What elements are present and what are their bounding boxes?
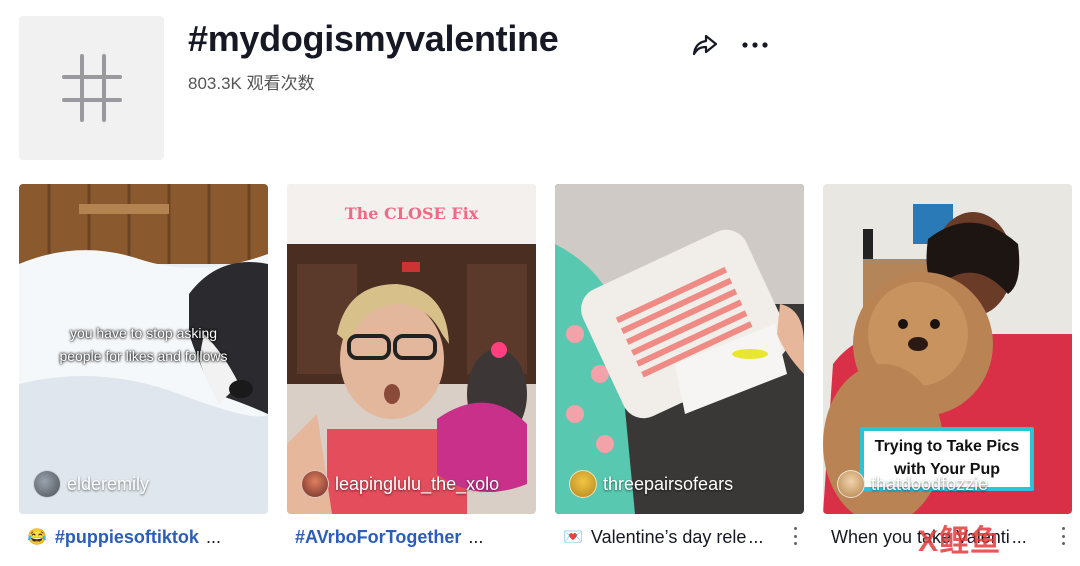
hashtag-icon [61, 54, 122, 122]
caption-ellipsis: ... [200, 526, 221, 547]
hashtag-cover [19, 16, 164, 160]
caption-ellipsis: ... [463, 526, 484, 547]
video-caption[interactable]: #AVrboForTogether ... [295, 524, 535, 550]
avatar [33, 470, 61, 498]
more-vertical-icon[interactable] [788, 527, 802, 545]
overlay-line: Trying to Take Pics [874, 438, 1020, 455]
more-horizontal-icon [742, 42, 768, 48]
video-author[interactable]: threepairsofears [569, 470, 733, 498]
more-vertical-icon[interactable] [1056, 527, 1070, 545]
caption-hashtag-link[interactable]: #AVrboForTogether [295, 527, 461, 548]
overlay-line: The CLOSE Fix [344, 204, 479, 223]
video-grid: you have to stop asking people for likes… [19, 184, 1079, 566]
username: leapinglulu_the_xolo [335, 473, 500, 494]
avatar [301, 470, 329, 498]
avatar [569, 470, 597, 498]
caption-emoji: 😂 [27, 529, 47, 546]
username: thatdoodfozzie [871, 473, 989, 494]
video-overlay-text: The CLOSE Fix [287, 202, 536, 225]
overlay-line: people for likes and follows [59, 348, 228, 364]
caption-text: Valentine’s day rele [590, 526, 747, 547]
caption-emoji: 💌 [563, 529, 583, 546]
video-card[interactable]: threepairsofears 💌 Valentine’s day rele … [555, 184, 804, 554]
video-author[interactable]: elderemily [33, 470, 149, 498]
hashtag-header: #mydogismyvalentine 803.3K 观看次数 [0, 0, 1080, 175]
video-card[interactable]: you have to stop asking people for likes… [19, 184, 268, 554]
username: threepairsofears [603, 473, 734, 494]
page-title: #mydogismyvalentine [188, 18, 559, 59]
avatar [837, 470, 865, 498]
video-card[interactable]: The CLOSE Fix leapinglulu_the_xolo #AVrb… [287, 184, 536, 554]
view-count: 803.3K 观看次数 [188, 74, 315, 93]
video-thumbnail-image [555, 184, 804, 514]
share-button[interactable] [688, 28, 722, 62]
video-author[interactable]: leapinglulu_the_xolo [301, 470, 499, 498]
overlay-line: you have to stop asking [69, 325, 218, 341]
video-caption[interactable]: 💌 Valentine’s day rele ... [563, 524, 803, 550]
caption-hashtag-link[interactable]: #puppiesoftiktok [55, 527, 199, 548]
video-thumbnail[interactable]: The CLOSE Fix leapinglulu_the_xolo [287, 184, 536, 514]
video-thumbnail[interactable]: Trying to Take Pics with Your Pup thatdo… [823, 184, 1072, 514]
username: elderemily [67, 473, 150, 494]
video-caption[interactable]: 😂 #puppiesoftiktok ... [27, 524, 267, 550]
caption-ellipsis: ... [748, 526, 764, 547]
video-card[interactable]: Trying to Take Pics with Your Pup thatdo… [823, 184, 1072, 554]
video-thumbnail[interactable]: threepairsofears [555, 184, 804, 514]
watermark-logo: X鲤鱼 [918, 525, 1002, 558]
video-thumbnail[interactable]: you have to stop asking people for likes… [19, 184, 268, 514]
more-options-button[interactable] [738, 28, 772, 62]
video-author[interactable]: thatdoodfozzie [837, 470, 988, 498]
share-arrow-icon [692, 34, 718, 56]
video-overlay-text: you have to stop asking people for likes… [19, 322, 268, 368]
caption-ellipsis: ... [1011, 526, 1027, 547]
video-thumbnail-image [287, 184, 536, 514]
